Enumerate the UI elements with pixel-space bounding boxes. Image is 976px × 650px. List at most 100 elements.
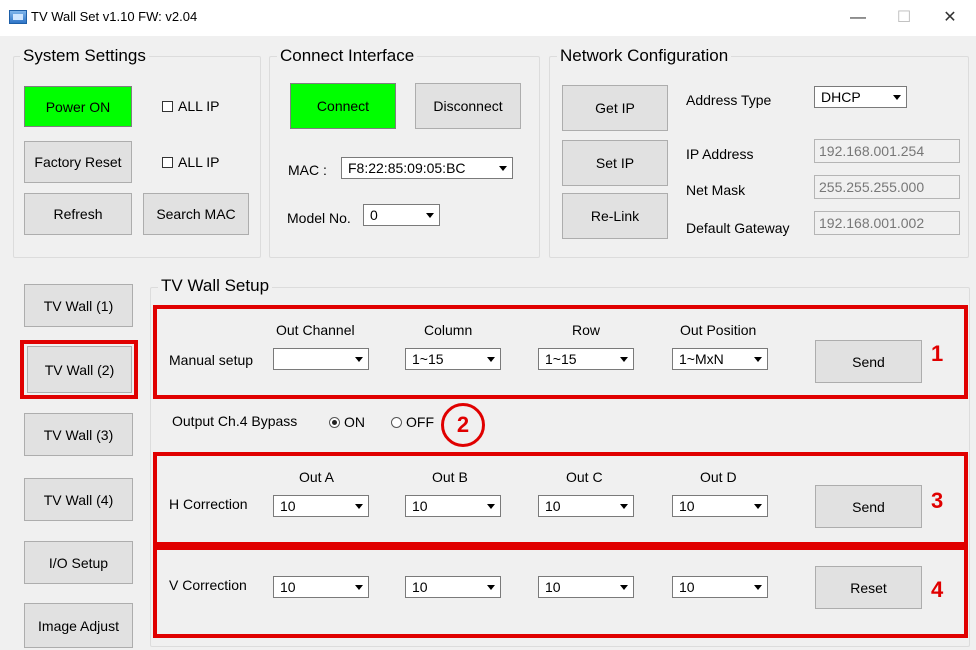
network-configuration-legend: Network Configuration — [557, 47, 732, 65]
bypass-on-radio[interactable]: ON — [329, 414, 365, 430]
chevron-down-icon[interactable] — [482, 577, 500, 597]
chevron-down-icon[interactable] — [350, 496, 368, 516]
model-label: Model No. — [287, 210, 351, 226]
v-out-b-value: 10 — [412, 579, 428, 595]
mac-select[interactable]: F8:22:85:09:05:BC — [341, 157, 513, 179]
system-settings-legend: System Settings — [20, 47, 149, 65]
ip-address-field: 192.168.001.254 — [814, 139, 960, 163]
chevron-down-icon[interactable] — [615, 349, 633, 369]
h-out-d-value: 10 — [679, 498, 695, 514]
side-menu-tv-wall-3[interactable]: TV Wall (3) — [24, 413, 133, 456]
h-correction-out-b-select[interactable]: 10 — [405, 495, 501, 517]
out-position-select[interactable]: 1~MxN — [672, 348, 768, 370]
chevron-down-icon[interactable] — [749, 349, 767, 369]
h-correction-out-a-select[interactable]: 10 — [273, 495, 369, 517]
v-correction-out-d-select[interactable]: 10 — [672, 576, 768, 598]
out-position-header: Out Position — [680, 322, 757, 338]
chevron-down-icon[interactable] — [482, 349, 500, 369]
bypass-off-label: OFF — [406, 414, 434, 430]
marker-4: 4 — [931, 577, 944, 602]
mac-label: MAC : — [288, 162, 327, 178]
chevron-down-icon[interactable] — [615, 496, 633, 516]
h-out-a-value: 10 — [280, 498, 296, 514]
tv-wall-setup-legend: TV Wall Setup — [158, 277, 273, 295]
get-ip-button[interactable]: Get IP — [562, 85, 668, 131]
factory-reset-button[interactable]: Factory Reset — [24, 141, 132, 183]
disconnect-button[interactable]: Disconnect — [415, 83, 521, 129]
marker-1: 1 — [931, 341, 944, 366]
out-position-value: 1~MxN — [679, 351, 724, 367]
h-correction-send-button[interactable]: Send — [815, 485, 922, 528]
checkbox-label: ALL IP — [178, 98, 220, 114]
side-menu-tv-wall-4[interactable]: TV Wall (4) — [24, 478, 133, 521]
all-ip-checkbox-2[interactable]: ALL IP — [162, 154, 220, 170]
set-ip-button[interactable]: Set IP — [562, 140, 668, 186]
connect-button[interactable]: Connect — [290, 83, 396, 129]
maximize-icon: ☐ — [896, 9, 912, 26]
power-on-button[interactable]: Power ON — [24, 86, 132, 127]
connect-interface-legend: Connect Interface — [277, 47, 418, 65]
h-correction-out-c-select[interactable]: 10 — [538, 495, 634, 517]
chevron-down-icon[interactable] — [421, 205, 439, 225]
address-type-value: DHCP — [821, 89, 861, 105]
mac-select-value: F8:22:85:09:05:BC — [348, 160, 466, 176]
out-channel-header: Out Channel — [276, 322, 355, 338]
address-type-select[interactable]: DHCP — [814, 86, 907, 108]
row-header: Row — [572, 322, 601, 338]
ip-address-label: IP Address — [686, 146, 754, 162]
chevron-down-icon[interactable] — [494, 158, 512, 178]
radio-dot[interactable] — [329, 416, 340, 428]
marker-3: 3 — [931, 488, 944, 513]
radio-dot[interactable] — [391, 416, 402, 428]
window-title: TV Wall Set v1.10 FW: v2.04 — [31, 9, 198, 24]
out-b-header: Out B — [432, 469, 468, 485]
h-out-c-value: 10 — [545, 498, 561, 514]
checkbox-box[interactable] — [162, 100, 173, 112]
column-select[interactable]: 1~15 — [405, 348, 501, 370]
chevron-down-icon[interactable] — [350, 577, 368, 597]
side-menu-tv-wall-1[interactable]: TV Wall (1) — [24, 284, 133, 327]
search-mac-button[interactable]: Search MAC — [143, 193, 249, 235]
side-menu-io-setup[interactable]: I/O Setup — [24, 541, 133, 584]
all-ip-checkbox-1[interactable]: ALL IP — [162, 98, 220, 114]
model-select[interactable]: 0 — [363, 204, 440, 226]
chevron-down-icon[interactable] — [888, 87, 906, 107]
out-d-header: Out D — [700, 469, 737, 485]
out-channel-select[interactable] — [273, 348, 369, 370]
title-bar: TV Wall Set v1.10 FW: v2.04 — ☐ ✕ — [0, 0, 976, 36]
address-type-label: Address Type — [686, 92, 772, 108]
net-mask-field: 255.255.255.000 — [814, 175, 960, 199]
chevron-down-icon[interactable] — [749, 577, 767, 597]
v-correction-out-c-select[interactable]: 10 — [538, 576, 634, 598]
v-out-d-value: 10 — [679, 579, 695, 595]
chevron-down-icon[interactable] — [350, 349, 368, 369]
selected-tab-highlight — [20, 340, 138, 399]
h-out-b-value: 10 — [412, 498, 428, 514]
close-icon[interactable]: ✕ — [930, 4, 970, 32]
column-header: Column — [424, 322, 473, 338]
manual-setup-label: Manual setup — [169, 352, 254, 368]
v-correction-out-a-select[interactable]: 10 — [273, 576, 369, 598]
manual-send-button[interactable]: Send — [815, 340, 922, 383]
chevron-down-icon[interactable] — [615, 577, 633, 597]
chevron-down-icon[interactable] — [749, 496, 767, 516]
v-correction-reset-button[interactable]: Reset — [815, 566, 922, 609]
checkbox-box[interactable] — [162, 156, 173, 168]
minimize-icon[interactable]: — — [838, 4, 878, 32]
chevron-down-icon[interactable] — [482, 496, 500, 516]
column-value: 1~15 — [412, 351, 444, 367]
model-select-value: 0 — [370, 207, 378, 223]
side-menu-image-adjust[interactable]: Image Adjust — [24, 603, 133, 648]
bypass-off-radio[interactable]: OFF — [391, 414, 434, 430]
row-value: 1~15 — [545, 351, 577, 367]
bypass-label: Output Ch.4 Bypass — [172, 413, 298, 429]
default-gateway-label: Default Gateway — [686, 220, 790, 236]
v-out-a-value: 10 — [280, 579, 296, 595]
h-correction-out-d-select[interactable]: 10 — [672, 495, 768, 517]
relink-button[interactable]: Re-Link — [562, 193, 668, 239]
refresh-button[interactable]: Refresh — [24, 193, 132, 235]
checkbox-label: ALL IP — [178, 154, 220, 170]
h-correction-label: H Correction — [169, 496, 248, 512]
v-correction-out-b-select[interactable]: 10 — [405, 576, 501, 598]
row-select[interactable]: 1~15 — [538, 348, 634, 370]
